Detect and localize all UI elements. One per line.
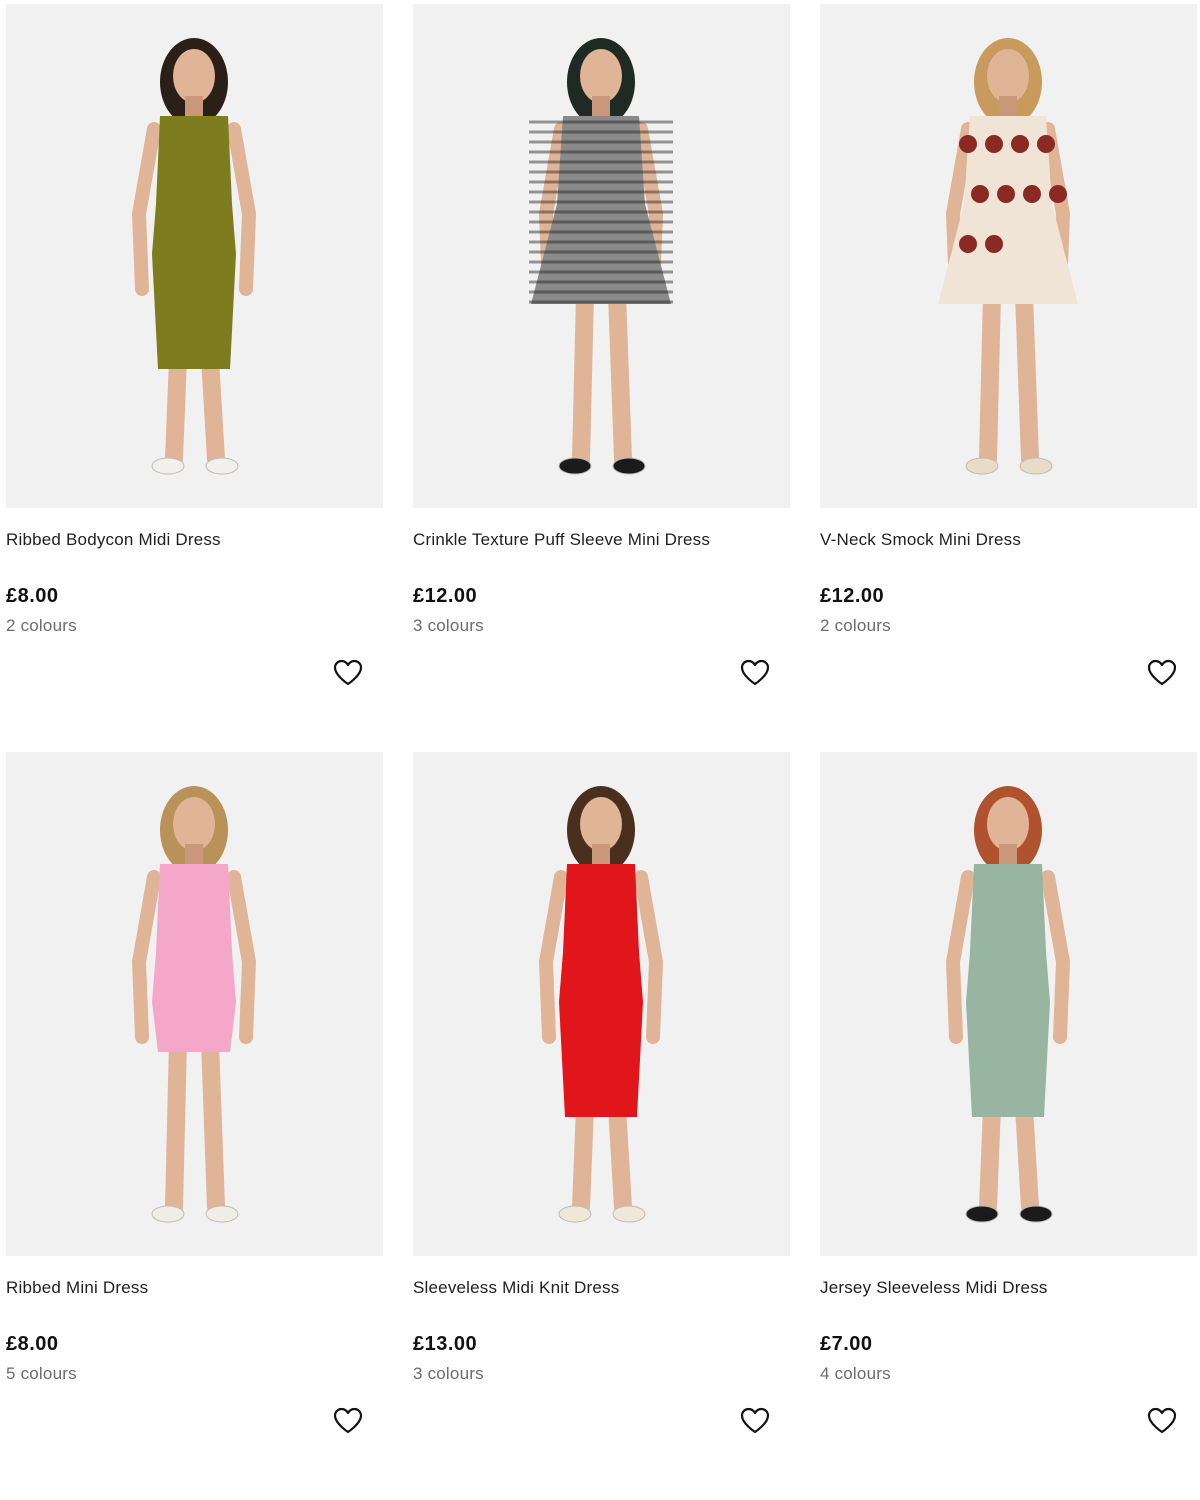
heart-outline-icon — [740, 1407, 770, 1433]
product-grid: Ribbed Bodycon Midi Dress £8.00 2 colour… — [6, 4, 1198, 1500]
heart-outline-icon — [333, 659, 363, 685]
product-card: Sleeveless Midi Knit Dress £13.00 3 colo… — [413, 752, 790, 1500]
product-image[interactable] — [6, 752, 383, 1256]
product-card: V-Neck Smock Mini Dress £12.00 2 colours — [820, 4, 1197, 752]
model-figure — [131, 38, 257, 475]
product-colours: 3 colours — [413, 1364, 484, 1383]
wishlist-heart-icon[interactable] — [1146, 657, 1178, 687]
wishlist-heart-icon[interactable] — [1146, 1405, 1178, 1435]
heart-outline-icon — [333, 1407, 363, 1433]
model-figure — [529, 38, 673, 475]
wishlist-heart-icon[interactable] — [739, 1405, 771, 1435]
heart-outline-icon — [740, 659, 770, 685]
product-image[interactable] — [413, 752, 790, 1256]
product-name[interactable]: V-Neck Smock Mini Dress — [820, 530, 1021, 550]
wishlist-heart-icon[interactable] — [332, 1405, 364, 1435]
wishlist-heart-icon[interactable] — [739, 657, 771, 687]
product-name[interactable]: Sleeveless Midi Knit Dress — [413, 1278, 619, 1298]
product-image[interactable] — [820, 4, 1197, 508]
product-colours: 4 colours — [820, 1364, 891, 1383]
product-colours: 2 colours — [820, 616, 891, 635]
heart-outline-icon — [1147, 1407, 1177, 1433]
product-name[interactable]: Jersey Sleeveless Midi Dress — [820, 1278, 1048, 1298]
product-price: £12.00 — [413, 585, 478, 607]
product-price: £8.00 — [6, 585, 59, 607]
model-figure — [538, 786, 664, 1223]
product-image[interactable] — [413, 4, 790, 508]
product-price: £8.00 — [6, 1333, 59, 1355]
product-card: Ribbed Mini Dress £8.00 5 colours — [6, 752, 383, 1500]
product-name[interactable]: Ribbed Mini Dress — [6, 1278, 148, 1298]
product-image[interactable] — [820, 752, 1197, 1256]
product-name[interactable]: Crinkle Texture Puff Sleeve Mini Dress — [413, 530, 710, 550]
wishlist-heart-icon[interactable] — [332, 657, 364, 687]
product-price: £7.00 — [820, 1333, 873, 1355]
product-card: Ribbed Bodycon Midi Dress £8.00 2 colour… — [6, 4, 383, 752]
product-colours: 3 colours — [413, 616, 484, 635]
model-figure — [131, 786, 257, 1223]
product-card: Jersey Sleeveless Midi Dress £7.00 4 col… — [820, 752, 1197, 1500]
heart-outline-icon — [1147, 659, 1177, 685]
model-figure — [938, 38, 1078, 475]
product-colours: 2 colours — [6, 616, 77, 635]
product-price: £13.00 — [413, 1333, 478, 1355]
product-image[interactable] — [6, 4, 383, 508]
product-colours: 5 colours — [6, 1364, 77, 1383]
product-card: Crinkle Texture Puff Sleeve Mini Dress £… — [413, 4, 790, 752]
product-price: £12.00 — [820, 585, 885, 607]
model-figure — [945, 786, 1071, 1223]
product-name[interactable]: Ribbed Bodycon Midi Dress — [6, 530, 221, 550]
